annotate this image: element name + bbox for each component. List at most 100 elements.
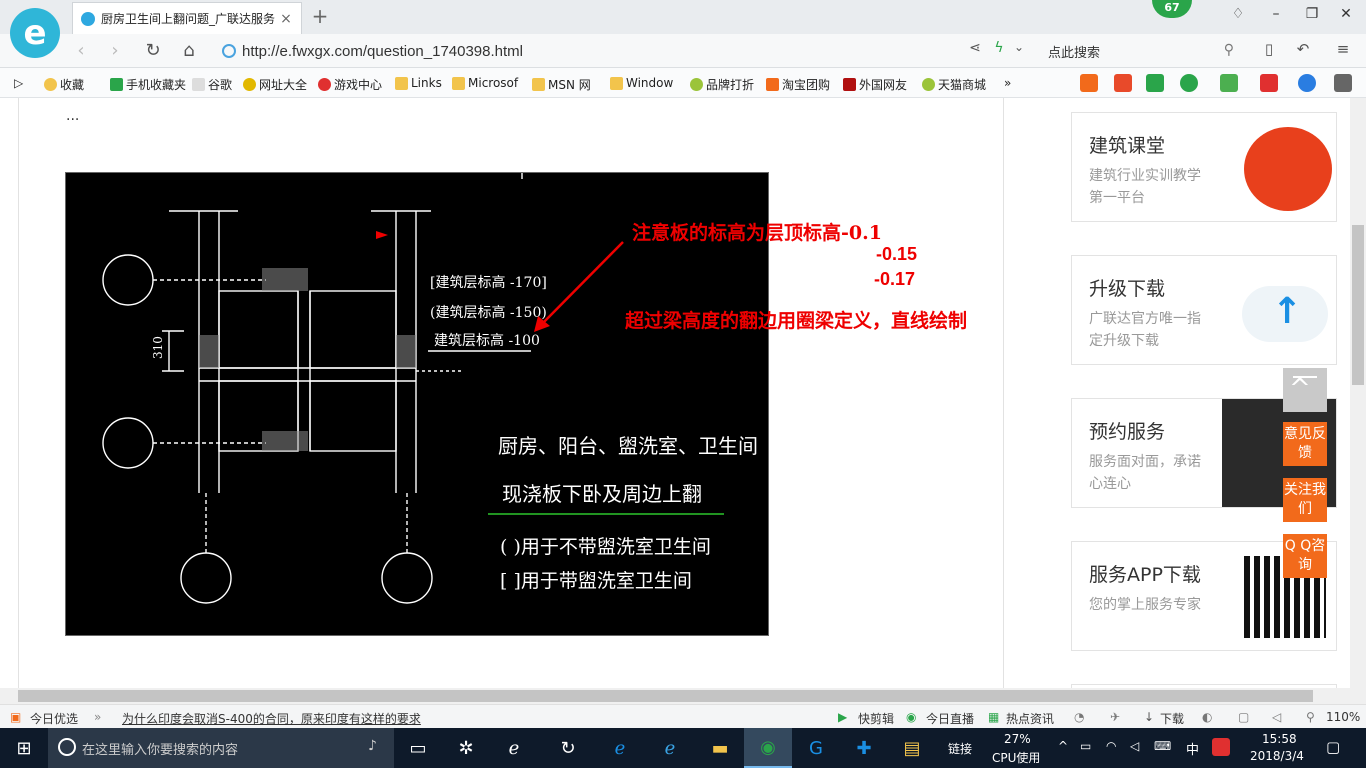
browser-logo-icon[interactable]: e [10,8,60,58]
bookmark-item[interactable]: MSN 网 [532,76,591,93]
page-content: ... [建筑层标高 -170] (建筑层标高 -150) 建筑层标高 -100… [0,98,1350,688]
tray-expand-icon[interactable]: ^ [1058,739,1068,753]
menu-icon[interactable]: ≡ [1330,40,1356,58]
back-to-top-button[interactable]: ^ [1283,368,1327,412]
tab-close-icon[interactable]: × [279,11,293,27]
card-desc: 广联达官方唯一指定升级下载 [1089,311,1201,349]
bookmark-item[interactable]: 收藏 [44,76,84,93]
bookmark-item[interactable]: 外国网友 [843,76,907,93]
card-title: 升级下载 [1089,278,1166,300]
taskbar-search-input[interactable]: 在这里输入你要搜索的内容 ♪ [48,728,394,768]
ie-mode-icon[interactable]: ◐ [1202,710,1212,724]
double-chevron-icon[interactable]: » [94,710,101,724]
bookmark-item[interactable]: Microsof [452,76,518,90]
phone-icon[interactable]: ▯ [1256,40,1282,58]
clip-link[interactable]: 快剪辑 [858,710,894,727]
bookmark-item[interactable]: Window [610,76,673,90]
forward-icon[interactable]: › [102,40,128,61]
grid-icon[interactable] [1334,74,1352,92]
magnifier-icon[interactable] [1298,74,1316,92]
action-center-icon[interactable]: ▢ [1326,738,1340,756]
home-icon[interactable]: ⌂ [176,40,202,61]
tv-icon[interactable] [1080,74,1098,92]
shield-icon[interactable] [1180,74,1198,92]
new-tab-button[interactable]: + [308,4,332,28]
battery-icon[interactable]: ▭ [1080,739,1091,753]
follow-us-button[interactable]: 关注我们 [1283,478,1327,522]
wifi-icon[interactable]: ◠ [1106,739,1116,753]
page-icon [192,78,205,91]
minimize-icon[interactable]: – [1264,6,1288,22]
volume-icon[interactable]: ◁ [1130,739,1139,753]
zoom-level[interactable]: 110% [1326,710,1360,724]
close-window-icon[interactable]: ✕ [1334,6,1358,22]
g-app-icon[interactable]: G [792,728,840,768]
today-pick-link[interactable]: 今日优选 [30,710,78,727]
translate-icon[interactable] [1220,74,1238,92]
cortana-icon [58,738,76,756]
bookmark-item[interactable]: 手机收藏夹 [110,76,186,93]
shirt-skin-icon[interactable]: ♢ [1226,6,1250,22]
news-ticker-link[interactable]: 为什么印度会取消S-400的合同，原来印度有这样的要求 [122,710,421,727]
tab-active[interactable]: 厨房卫生间上翻问题_广联达服务 × [72,2,302,34]
horizontal-scroll-thumb[interactable] [18,690,1313,702]
edge-icon[interactable]: ℯ [596,728,644,768]
vertical-scroll-thumb[interactable] [1352,225,1364,385]
speaker-icon[interactable]: ◁ [1272,710,1281,724]
vertical-scrollbar[interactable] [1350,98,1366,688]
spiral-app-icon[interactable]: ↻ [544,728,592,768]
tab-title: 厨房卫生间上翻问题_广联达服务 [101,12,276,26]
microphone-icon[interactable]: ♪ [368,738,377,754]
refresh-icon[interactable]: ↻ [140,40,166,61]
sogou-icon[interactable] [1212,738,1230,756]
bookmark-item[interactable]: 天猫商城 [922,76,986,93]
url-field[interactable]: http://e.fwxgx.com/question_1740398.html [222,38,1032,64]
bookmark-item[interactable]: 网址大全 [243,76,307,93]
window-icon[interactable]: ▢ [1238,710,1249,724]
ime-indicator[interactable]: 中 [1186,739,1199,758]
notification-badge[interactable]: 67 [1152,0,1192,18]
book-icon[interactable] [1146,74,1164,92]
search-icon[interactable]: ⚲ [1224,42,1234,58]
undo-icon[interactable]: ↶ [1290,40,1316,58]
legend-line-1: ( )用于不带盥洗室卫生间 [500,536,711,558]
clock-date[interactable]: 2018/3/4 [1250,749,1304,763]
bookmark-item[interactable]: 淘宝团购 [766,76,830,93]
speed-icon[interactable]: ◔ [1074,710,1084,724]
browser-e-icon[interactable]: ℯ [490,728,538,768]
bookmark-item[interactable]: 品牌打折 [690,76,754,93]
browser-2345-icon[interactable]: ◉ [744,728,792,768]
bookmark-item[interactable]: 游戏中心 [318,76,382,93]
bookmark-item[interactable]: 谷歌 [192,76,232,93]
back-icon[interactable]: ‹ [68,40,94,61]
pinwheel-app-icon[interactable]: ✲ [442,728,490,768]
plus-app-icon[interactable]: ✚ [840,728,888,768]
clock-time[interactable]: 15:58 [1262,732,1297,746]
hot-news-link[interactable]: 热点资讯 [1006,710,1054,727]
download-link[interactable]: 下载 [1160,710,1184,727]
feedback-button[interactable]: 意见反馈 [1283,422,1327,466]
card-upgrade-download[interactable]: 升级下载 广联达官方唯一指定升级下载 ↑ [1071,255,1337,365]
scissors-icon[interactable] [1260,74,1278,92]
pin-icon[interactable]: ✈ [1110,710,1120,724]
search-input[interactable]: 点此搜索 ⚲ [1040,38,1240,64]
qq-consult-button[interactable]: Q Q咨询 [1283,534,1327,578]
windows-start-icon[interactable]: ⊞ [0,728,48,768]
keyboard-icon[interactable]: ⌨ [1154,739,1171,753]
live-link[interactable]: 今日直播 [926,710,974,727]
sidebar-toggle-icon[interactable]: ▷ [14,76,23,90]
chevron-down-icon[interactable]: ⌄ [1006,40,1032,54]
restore-icon[interactable]: ❐ [1300,6,1324,22]
bookmarks-more-button[interactable]: » [1004,76,1011,90]
address-bar: ‹ › ↻ ⌂ http://e.fwxgx.com/question_1740… [0,34,1366,68]
discount-icon[interactable] [1114,74,1132,92]
links-toolbar[interactable]: 链接 [948,740,972,757]
sticky-notes-icon[interactable]: ▤ [888,728,936,768]
card-title: 预约服务 [1089,421,1166,443]
ie-icon[interactable]: ℯ [646,728,694,768]
task-view-icon[interactable]: ▭ [394,728,442,768]
card-building-class[interactable]: 建筑课堂 建筑行业实训教学第一平台 [1071,112,1337,222]
share-icon[interactable]: ⋖ [962,40,988,56]
bookmark-item[interactable]: Links [395,76,442,90]
file-explorer-icon[interactable]: ▬ [696,728,744,768]
